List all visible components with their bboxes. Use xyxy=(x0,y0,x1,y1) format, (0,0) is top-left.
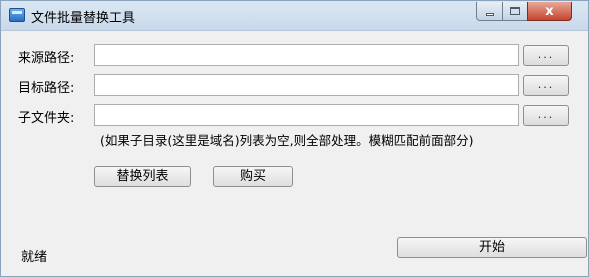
maximize-icon xyxy=(510,7,520,15)
window-title: 文件批量替换工具 xyxy=(31,11,136,26)
buy-button[interactable]: 购买 xyxy=(213,166,293,187)
source-browse-button[interactable]: ... xyxy=(523,45,569,66)
app-icon xyxy=(9,8,25,22)
source-path-input[interactable] xyxy=(94,44,519,66)
target-path-label: 目标路径: xyxy=(18,81,75,96)
minimize-icon xyxy=(485,12,494,16)
start-button[interactable]: 开始 xyxy=(397,237,587,258)
close-icon: x xyxy=(545,3,554,19)
status-text: 就绪 xyxy=(21,250,48,265)
subfolder-hint: (如果子目录(这里是域名)列表为空,则全部处理。模糊匹配前面部分) xyxy=(100,133,474,148)
subfolder-label: 子文件夹: xyxy=(18,111,75,126)
target-browse-button[interactable]: ... xyxy=(523,75,569,96)
source-path-label: 来源路径: xyxy=(18,51,75,66)
target-path-input[interactable] xyxy=(94,74,519,96)
subfolder-input[interactable] xyxy=(94,104,519,126)
app-window: 文件批量替换工具 x 来源路径: ... 目标路径: ... 子文件夹: ...… xyxy=(0,0,589,277)
maximize-button[interactable] xyxy=(502,2,528,21)
replace-list-button[interactable]: 替换列表 xyxy=(94,166,191,187)
close-button[interactable]: x xyxy=(527,2,572,21)
subfolder-browse-button[interactable]: ... xyxy=(523,105,569,126)
minimize-button[interactable] xyxy=(476,2,503,21)
title-bar[interactable]: 文件批量替换工具 x xyxy=(1,1,588,31)
